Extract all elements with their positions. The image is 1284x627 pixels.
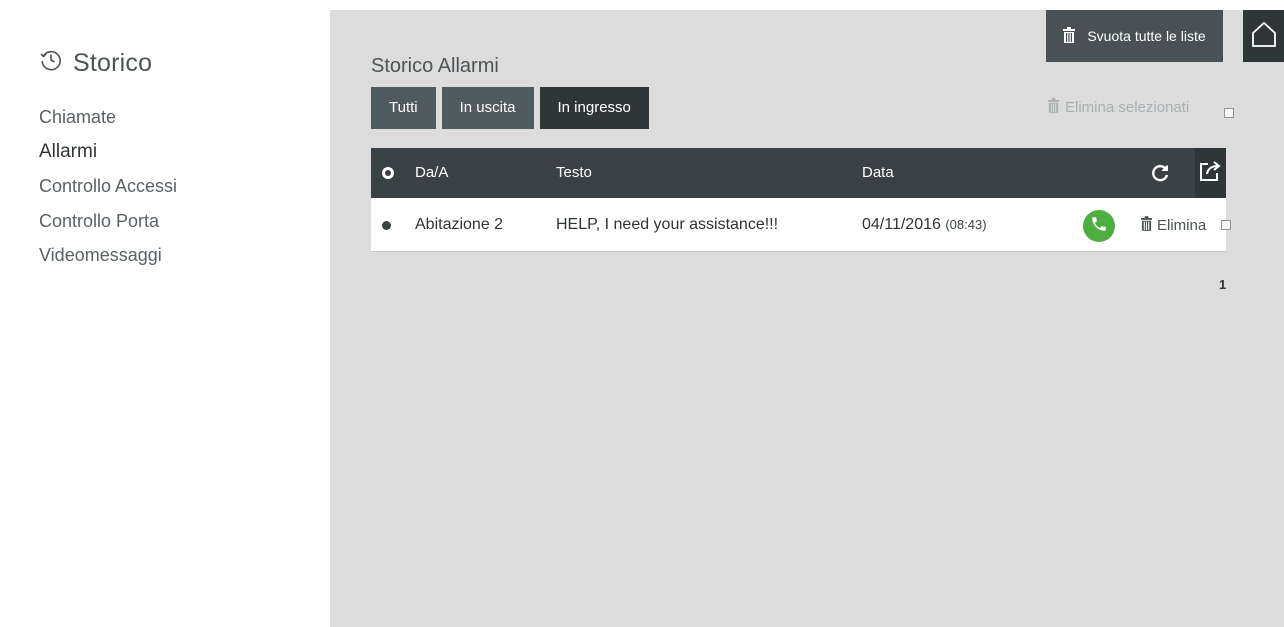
sidebar: Storico Chiamate Allarmi Controllo Acces… — [9, 10, 330, 627]
tab-tutti[interactable]: Tutti — [371, 87, 436, 129]
select-all-checkbox[interactable] — [1224, 108, 1234, 118]
trash-icon — [1063, 26, 1076, 46]
trash-icon — [1048, 98, 1059, 117]
sidebar-item-controllo-accessi[interactable]: Controllo Accessi — [39, 174, 177, 209]
call-button[interactable] — [1083, 210, 1115, 242]
sidebar-title: Storico — [39, 48, 152, 79]
select-column-icon — [382, 167, 394, 179]
delete-row-button[interactable]: Elimina — [1141, 198, 1206, 252]
filter-tabs: Tutti In uscita In ingresso — [371, 87, 655, 129]
table-row[interactable]: Abitazione 2 HELP, I need your assistanc… — [371, 198, 1231, 252]
delete-row-label: Elimina — [1157, 216, 1207, 234]
export-button[interactable] — [1195, 148, 1226, 198]
page-title: Storico Allarmi — [371, 55, 499, 77]
delete-selected-button[interactable]: Elimina selezionati — [1048, 98, 1189, 117]
row-text: HELP, I need your assistance!!! — [556, 216, 779, 233]
sidebar-item-controllo-porta[interactable]: Controllo Porta — [39, 209, 177, 244]
sidebar-item-videomessaggi[interactable]: Videomessaggi — [39, 243, 177, 278]
home-button[interactable] — [1243, 10, 1284, 62]
tab-in-uscita[interactable]: In uscita — [441, 87, 534, 129]
home-icon — [1250, 20, 1278, 53]
row-time: (08:43) — [945, 217, 987, 232]
table-header: Da/A Testo Data — [371, 148, 1226, 198]
column-header-text: Testo — [556, 164, 592, 181]
phone-icon — [1090, 215, 1108, 238]
pagination-page[interactable]: 1 — [1219, 277, 1226, 292]
export-icon — [1199, 160, 1223, 186]
sidebar-item-chiamate[interactable]: Chiamate — [39, 105, 177, 140]
row-from: Abitazione 2 — [415, 216, 504, 233]
unread-dot-icon — [382, 221, 391, 230]
main-panel: Svuota tutte le liste Storico Allarmi Tu… — [330, 10, 1284, 627]
refresh-icon[interactable] — [1149, 162, 1171, 188]
delete-selected-label: Elimina selezionati — [1065, 99, 1190, 116]
sidebar-item-allarmi[interactable]: Allarmi — [39, 140, 177, 175]
row-date: 04/11/2016 — [862, 216, 941, 233]
row-checkbox[interactable] — [1221, 220, 1231, 230]
sidebar-nav: Chiamate Allarmi Controllo Accessi Contr… — [39, 105, 177, 278]
sidebar-title-label: Storico — [73, 49, 153, 77]
clear-all-lists-label: Svuota tutte le liste — [1087, 28, 1206, 44]
trash-icon — [1141, 215, 1152, 235]
column-header-date: Data — [862, 164, 894, 181]
row-date-cell: 04/11/2016 (08:43) — [862, 198, 987, 252]
tab-in-ingresso[interactable]: In ingresso — [539, 87, 649, 129]
clear-all-lists-button[interactable]: Svuota tutte le liste — [1046, 10, 1223, 62]
history-icon — [39, 48, 73, 79]
alarms-table: Da/A Testo Data Abitazione 2 HELP, I nee… — [371, 148, 1231, 252]
column-header-from: Da/A — [415, 164, 449, 181]
